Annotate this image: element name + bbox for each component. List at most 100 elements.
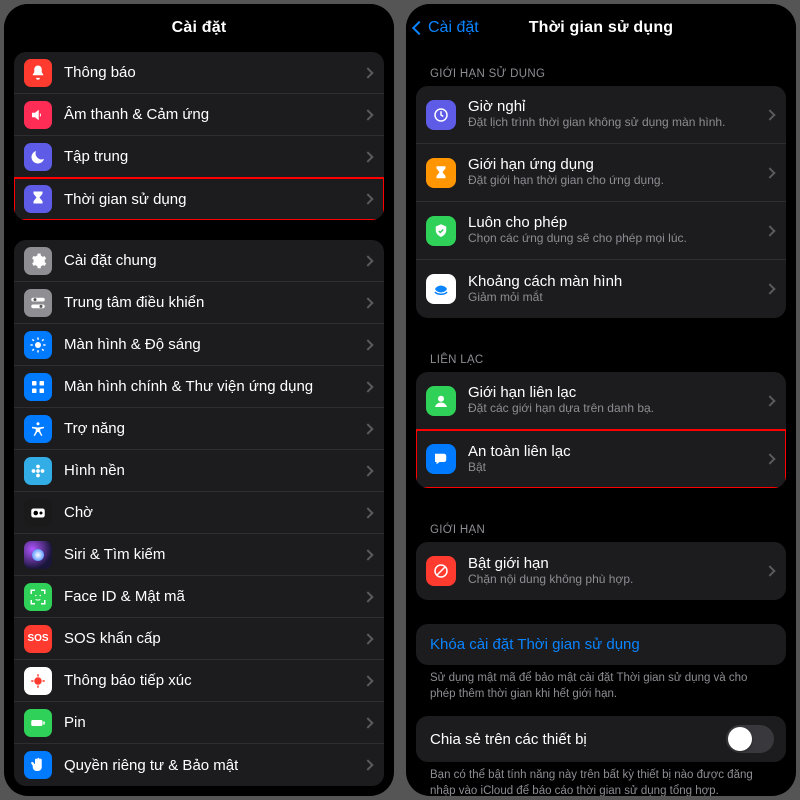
row-label: Thông báo tiếp xúc [64, 672, 192, 689]
chevron-right-icon [362, 151, 373, 162]
settings-row-wallpaper[interactable]: Hình nền [14, 450, 384, 492]
settings-row-notifications[interactable]: Thông báo [14, 52, 384, 94]
settings-row-battery[interactable]: Pin [14, 702, 384, 744]
check-shield-icon [426, 216, 456, 246]
row-label: Face ID & Mật mã [64, 588, 185, 605]
settings-row-homescreen[interactable]: Màn hình chính & Thư viện ứng dụng [14, 366, 384, 408]
row-label: Giờ nghỉ [468, 98, 735, 115]
row-label: Giới hạn liên lạc [468, 384, 664, 401]
bell-icon [24, 59, 52, 87]
row-label: Tập trung [64, 148, 128, 165]
row-label: An toàn liên lạc [468, 443, 571, 460]
row-label: Quyền riêng tư & Bảo mật [64, 757, 238, 774]
share-label: Chia sẻ trên các thiết bị [430, 731, 587, 748]
settings-row-accessibility[interactable]: Trợ năng [14, 408, 384, 450]
header: Cài đặt Thời gian sử dụng [406, 4, 796, 52]
settings-screen: Cài đặt Thông báo Âm thanh & Cảm ứng Tập… [4, 4, 394, 796]
chevron-right-icon [362, 339, 373, 350]
row-sub: Chặn nội dung không phù hợp. [468, 572, 643, 588]
distance-icon [426, 274, 456, 304]
settings-row-sounds[interactable]: Âm thanh & Cảm ứng [14, 94, 384, 136]
row-downtime[interactable]: Giờ nghỉĐặt lịch trình thời gian không s… [416, 86, 786, 144]
row-app-limits[interactable]: Giới hạn ứng dụngĐặt giới hạn thời gian … [416, 144, 786, 202]
settings-group-general: Cài đặt chung Trung tâm điều khiển Màn h… [14, 240, 384, 786]
exposure-icon [24, 667, 52, 695]
faceid-icon [24, 583, 52, 611]
hourglass-icon [426, 158, 456, 188]
chevron-right-icon [764, 283, 775, 294]
settings-row-control-center[interactable]: Trung tâm điều khiển [14, 282, 384, 324]
screen-time-content: GIỚI HẠN SỬ DỤNG Giờ nghỉĐặt lịch trình … [406, 52, 796, 796]
row-label: Trợ năng [64, 420, 125, 437]
chevron-right-icon [764, 453, 775, 464]
chevron-right-icon [764, 167, 775, 178]
chevron-right-icon [764, 225, 775, 236]
siri-icon [24, 541, 52, 569]
row-sub: Giảm mỏi mắt [468, 290, 622, 306]
chevron-right-icon [362, 465, 373, 476]
settings-row-standby[interactable]: Chờ [14, 492, 384, 534]
settings-content: Thông báo Âm thanh & Cảm ứng Tập trung T… [4, 52, 394, 796]
row-always-allowed[interactable]: Luôn cho phépChọn các ứng dụng sẽ cho ph… [416, 202, 786, 260]
chevron-right-icon [362, 109, 373, 120]
group-contact: Giới hạn liên lạcĐặt các giới hạn dựa tr… [416, 372, 786, 488]
group-limit-use: Giờ nghỉĐặt lịch trình thời gian không s… [416, 86, 786, 318]
battery-icon [24, 709, 52, 737]
row-communication-safety[interactable]: An toàn liên lạcBật [416, 430, 786, 488]
row-label: Bật giới hạn [468, 555, 643, 572]
row-label: Thông báo [64, 64, 136, 81]
back-label: Cài đặt [428, 19, 479, 37]
lock-note: Sử dụng mật mã để bảo mật cài đặt Thời g… [416, 665, 786, 716]
no-entry-icon [426, 556, 456, 586]
chevron-right-icon [362, 507, 373, 518]
chevron-right-icon [362, 297, 373, 308]
settings-row-exposure[interactable]: Thông báo tiếp xúc [14, 660, 384, 702]
settings-row-general[interactable]: Cài đặt chung [14, 240, 384, 282]
row-label: Âm thanh & Cảm ứng [64, 106, 209, 123]
settings-row-faceid[interactable]: Face ID & Mật mã [14, 576, 384, 618]
flower-icon [24, 457, 52, 485]
back-button[interactable]: Cài đặt [414, 4, 479, 52]
chevron-right-icon [362, 675, 373, 686]
lock-settings-link[interactable]: Khóa cài đặt Thời gian sử dụng [416, 624, 786, 665]
row-label: Thời gian sử dụng [64, 191, 186, 208]
share-toggle[interactable] [726, 725, 774, 753]
chevron-right-icon [362, 591, 373, 602]
row-sub: Bật [468, 460, 571, 476]
hand-icon [24, 751, 52, 779]
chevron-right-icon [764, 395, 775, 406]
settings-row-sos[interactable]: SOS SOS khẩn cấp [14, 618, 384, 660]
section-label-contact: LIÊN LẠC [416, 338, 786, 372]
settings-row-siri[interactable]: Siri & Tìm kiếm [14, 534, 384, 576]
sun-icon [24, 331, 52, 359]
sos-icon: SOS [24, 625, 52, 653]
accessibility-icon [24, 415, 52, 443]
row-label: Siri & Tìm kiếm [64, 546, 165, 563]
header: Cài đặt [4, 4, 394, 52]
chevron-right-icon [362, 255, 373, 266]
row-sub: Đặt giới hạn thời gian cho ứng dụng. [468, 173, 674, 189]
toggles-icon [24, 289, 52, 317]
row-content-restrictions[interactable]: Bật giới hạnChặn nội dung không phù hợp. [416, 542, 786, 600]
contact-icon [426, 386, 456, 416]
chevron-right-icon [764, 109, 775, 120]
settings-row-screen-time[interactable]: Thời gian sử dụng [14, 178, 384, 220]
chevron-right-icon [362, 759, 373, 770]
row-label: Trung tâm điều khiển [64, 294, 204, 311]
chevron-right-icon [362, 633, 373, 644]
settings-row-focus[interactable]: Tập trung [14, 136, 384, 178]
chevron-right-icon [362, 549, 373, 560]
row-label: Luôn cho phép [468, 214, 697, 231]
clock-icon [24, 499, 52, 527]
settings-row-privacy[interactable]: Quyền riêng tư & Bảo mật [14, 744, 384, 786]
share-note: Bạn có thể bật tính năng này trên bất kỳ… [416, 762, 786, 796]
settings-row-display[interactable]: Màn hình & Độ sáng [14, 324, 384, 366]
group-restrict: Bật giới hạnChặn nội dung không phù hợp. [416, 542, 786, 600]
page-title: Thời gian sử dụng [529, 19, 674, 37]
row-communication-limits[interactable]: Giới hạn liên lạcĐặt các giới hạn dựa tr… [416, 372, 786, 430]
row-screen-distance[interactable]: Khoảng cách màn hìnhGiảm mỏi mắt [416, 260, 786, 318]
row-sub: Đặt các giới hạn dựa trên danh bạ. [468, 401, 664, 417]
chat-bubble-icon [426, 444, 456, 474]
moon-icon [24, 143, 52, 171]
group-share: Chia sẻ trên các thiết bị [416, 716, 786, 762]
